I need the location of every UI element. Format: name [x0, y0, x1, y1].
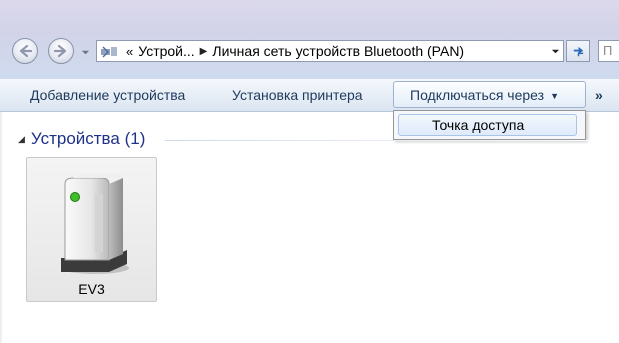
recent-pages-dropdown[interactable] [79, 46, 91, 58]
breadcrumb-separator-icon[interactable]: ▶ [200, 46, 208, 57]
connect-via-button[interactable]: Подключаться через ▼ [393, 81, 586, 108]
back-arrow-icon [19, 44, 32, 58]
chevron-down-icon: ▼ [550, 90, 559, 101]
more-commands-button[interactable]: » [595, 79, 603, 111]
back-button[interactable] [12, 38, 38, 64]
group-divider [165, 140, 619, 141]
devices-group-title: Устройства (1) [30, 129, 146, 148]
connect-via-label: Подключаться через [410, 87, 545, 103]
add-device-button[interactable]: Добавление устройства [30, 79, 185, 111]
command-bar: Добавление устройства Установка принтера… [0, 79, 619, 112]
collapse-arrow-icon[interactable]: ◢ [18, 134, 25, 145]
forward-arrow-icon [54, 44, 67, 58]
refresh-icon [573, 46, 583, 56]
add-printer-button[interactable]: Установка принтера [232, 79, 363, 111]
chevron-down-icon [551, 49, 559, 53]
address-dropdown[interactable] [547, 47, 563, 56]
breadcrumb-overflow[interactable]: « [126, 44, 133, 59]
breadcrumb-devices[interactable]: Устрой... [138, 43, 194, 59]
device-label: EV3 [78, 281, 105, 297]
search-input[interactable]: П [598, 40, 619, 62]
network-device-icon [61, 174, 129, 274]
devices-group-header[interactable]: ◢ Устройства (1) [18, 129, 145, 149]
bluetooth-icon [101, 46, 117, 58]
pane-edge [0, 112, 3, 343]
connect-via-menu: Точка доступа [393, 110, 586, 140]
chevron-down-icon [81, 50, 89, 54]
refresh-button[interactable] [566, 40, 590, 62]
forward-button[interactable] [48, 38, 74, 64]
menu-item-access-point[interactable]: Точка доступа [398, 114, 577, 136]
breadcrumb-bluetooth-pan[interactable]: Личная сеть устройств Bluetooth (PAN) [212, 43, 464, 59]
address-bar[interactable]: « Устрой... ▶ Личная сеть устройств Blue… [96, 40, 564, 62]
device-tile-ev3[interactable]: EV3 [26, 157, 157, 302]
